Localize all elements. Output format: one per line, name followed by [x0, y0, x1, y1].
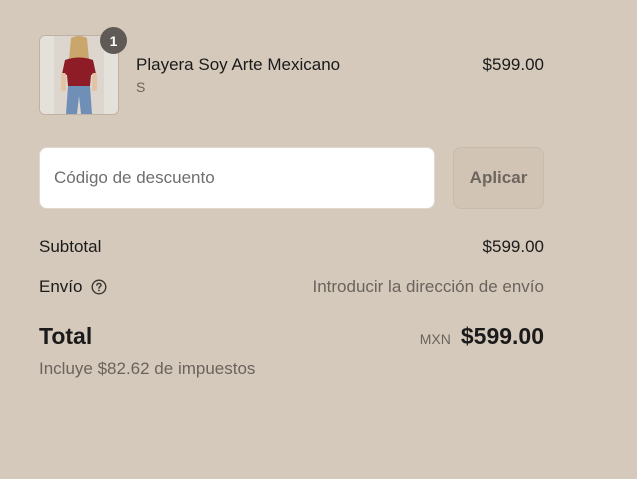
- product-thumbnail-wrap: 1: [39, 27, 127, 115]
- total-amount-group: MXN $599.00: [420, 323, 544, 350]
- product-variant: S: [136, 79, 146, 95]
- line-item: 1 Playera Soy Arte Mexicano S $599.00: [39, 27, 544, 115]
- shipping-line: Envío Introducir la dirección de envío: [39, 277, 544, 301]
- discount-code-row: Aplicar: [39, 147, 544, 209]
- subtotal-value: $599.00: [482, 237, 544, 256]
- total-line: Total MXN $599.00: [39, 323, 544, 357]
- order-summary: 1 Playera Soy Arte Mexicano S $599.00 Ap…: [39, 27, 544, 379]
- quantity-badge: 1: [100, 27, 127, 54]
- total-value: $599.00: [460, 323, 544, 349]
- apply-discount-button[interactable]: Aplicar: [453, 147, 544, 209]
- subtotal-label: Subtotal: [39, 237, 102, 256]
- subtotal-line: Subtotal $599.00: [39, 237, 544, 261]
- discount-code-input[interactable]: [39, 147, 435, 209]
- product-name: Playera Soy Arte Mexicano: [136, 55, 341, 74]
- product-price: $599.00: [482, 55, 544, 74]
- tax-note: Incluye $82.62 de impuestos: [39, 359, 256, 378]
- currency-code: MXN: [419, 331, 451, 347]
- shipping-label: Envío: [39, 277, 83, 296]
- shipping-value: Introducir la dirección de envío: [312, 277, 544, 296]
- question-circle-icon[interactable]: [91, 279, 107, 295]
- total-label: Total: [39, 323, 93, 349]
